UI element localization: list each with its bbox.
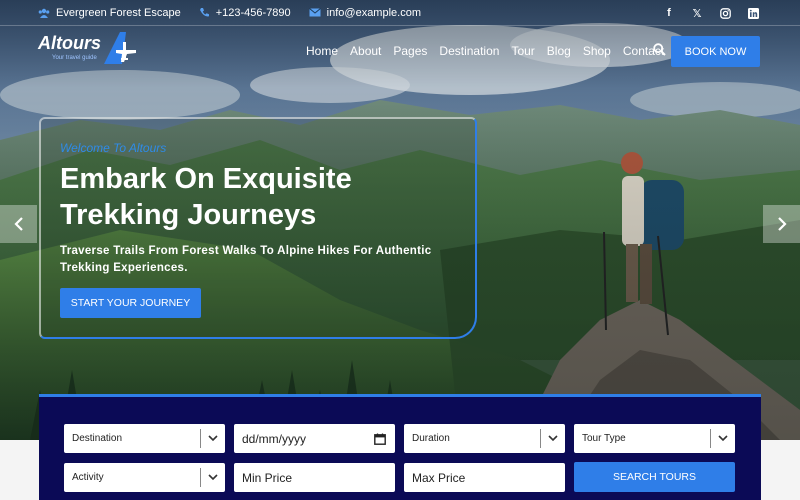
linkedin-icon[interactable]	[746, 6, 760, 20]
email-text: info@example.com	[326, 6, 421, 19]
tour-type-select[interactable]: Tour Type	[574, 424, 735, 453]
date-input[interactable]: dd/mm/yyyy	[234, 424, 395, 453]
users-icon	[38, 8, 50, 18]
location-text: Evergreen Forest Escape	[56, 6, 181, 19]
duration-select[interactable]: Duration	[404, 424, 565, 453]
nav-item-home[interactable]: Home	[306, 44, 338, 58]
hero-welcome-text: Welcome To Altours	[60, 141, 167, 155]
slider-prev-button[interactable]	[0, 205, 37, 243]
hero-headline: Embark On Exquisite Trekking Journeys	[60, 161, 460, 233]
chevron-down-icon	[207, 474, 218, 481]
chevron-left-icon	[13, 217, 23, 231]
chevron-down-icon	[207, 435, 218, 442]
phone-icon	[199, 8, 209, 17]
tour-type-select-label: Tour Type	[582, 433, 626, 444]
hero-headline-line1: Embark On Exquisite	[60, 163, 352, 195]
nav-item-blog[interactable]: Blog	[547, 44, 571, 58]
book-now-button[interactable]: BOOK NOW	[671, 36, 760, 67]
email-info[interactable]: info@example.com	[308, 6, 421, 19]
nav-menu: Home About Pages Destination Tour Blog S…	[306, 44, 676, 58]
nav-item-about[interactable]: About	[350, 44, 381, 58]
min-price-input[interactable]: Min Price	[234, 463, 395, 492]
social-links: f 𝕏	[662, 6, 760, 20]
date-input-placeholder: dd/mm/yyyy	[242, 431, 307, 446]
hero-subtext-line1: Traverse Trails From Forest Walks To Alp…	[60, 245, 432, 257]
search-icon[interactable]	[653, 43, 666, 56]
min-price-placeholder: Min Price	[242, 470, 293, 485]
envelope-icon	[308, 8, 321, 17]
nav-item-tour[interactable]: Tour	[511, 44, 534, 58]
nav-item-destination[interactable]: Destination	[439, 44, 499, 58]
hero-subtext: Traverse Trails From Forest Walks To Alp…	[60, 243, 460, 277]
chevron-down-icon	[547, 435, 558, 442]
destination-select-label: Destination	[72, 433, 123, 444]
chevron-down-icon	[717, 435, 728, 442]
activity-select-label: Activity	[72, 472, 104, 483]
nav-item-pages[interactable]: Pages	[393, 44, 427, 58]
top-info-bar: Evergreen Forest Escape +123-456-7890 in…	[0, 0, 800, 26]
activity-select[interactable]: Activity	[64, 463, 225, 492]
brand-tagline: Your travel guide	[52, 55, 97, 61]
facebook-icon[interactable]: f	[662, 6, 676, 20]
instagram-icon[interactable]	[718, 6, 732, 20]
duration-select-label: Duration	[412, 433, 450, 444]
tour-search-panel: Destination dd/mm/yyyy Duration Tour Typ…	[39, 394, 761, 500]
destination-select[interactable]: Destination	[64, 424, 225, 453]
hero-headline-line2: Trekking Journeys	[60, 199, 317, 231]
start-journey-button[interactable]: START YOUR JOURNEY	[60, 288, 201, 318]
max-price-input[interactable]: Max Price	[404, 463, 565, 492]
brand-logo[interactable]: Altours Your travel guide	[38, 32, 136, 64]
phone-info[interactable]: +123-456-7890	[199, 7, 291, 19]
airplane-logo-icon	[104, 32, 136, 64]
search-tours-button[interactable]: SEARCH TOURS	[574, 462, 735, 492]
phone-text: +123-456-7890	[215, 6, 291, 19]
chevron-right-icon	[777, 217, 787, 231]
nav-item-shop[interactable]: Shop	[583, 44, 611, 58]
max-price-placeholder: Max Price	[412, 470, 466, 485]
main-navigation: Altours Your travel guide Home About Pag…	[0, 28, 800, 74]
brand-name: Altours	[38, 33, 101, 53]
hero-subtext-line2: Trekking Experiences.	[60, 262, 188, 274]
x-icon[interactable]: 𝕏	[690, 6, 704, 20]
calendar-icon[interactable]	[374, 433, 386, 445]
slider-next-button[interactable]	[763, 205, 800, 243]
location-info: Evergreen Forest Escape	[38, 7, 181, 19]
